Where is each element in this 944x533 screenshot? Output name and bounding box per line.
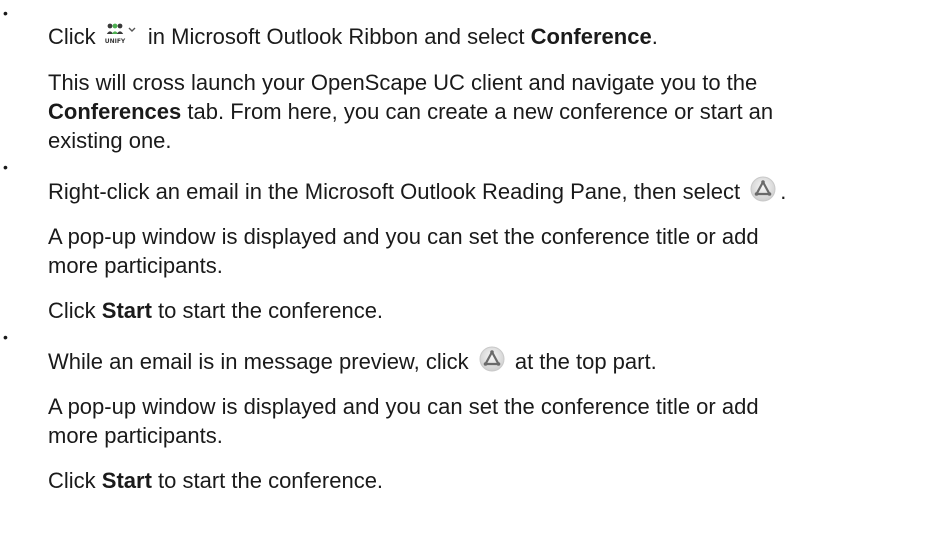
list-item: • While an email is in message preview, … [0,325,944,495]
steps-list: • Click UNIFY in Microsoft Outlook Ribbo… [0,0,944,495]
list-item: • Click UNIFY in Microsoft Outlook Ribbo… [0,0,944,155]
step-2-start-note: Click Start to start the conference. [48,298,384,323]
step-3-start-note: Click Start to start the conference. [48,468,384,493]
step-2-instruction: Right-click an email in the Microsoft Ou… [48,160,944,206]
list-item: • Right-click an email in the Microsoft … [0,155,944,325]
conference-icon[interactable] [750,176,776,202]
step-1-description: This will cross launch your OpenScape UC… [48,70,774,153]
bullet: • [3,159,8,175]
conference-icon[interactable] [479,346,505,372]
document-body: • Click UNIFY in Microsoft Outlook Ribbo… [0,0,944,533]
step-3-instruction: While an email is in message preview, cl… [48,330,944,376]
step-1-instruction: Click UNIFY in Microsoft Outlook Ribbon … [48,22,658,49]
step-2-description: A pop-up window is displayed and you can… [48,224,759,278]
unify-ribbon-icon[interactable]: UNIFY [104,22,138,46]
bullet: • [3,329,8,345]
svg-text:UNIFY: UNIFY [105,38,126,45]
bullet: • [3,5,8,21]
step-3-description: A pop-up window is displayed and you can… [48,394,759,448]
